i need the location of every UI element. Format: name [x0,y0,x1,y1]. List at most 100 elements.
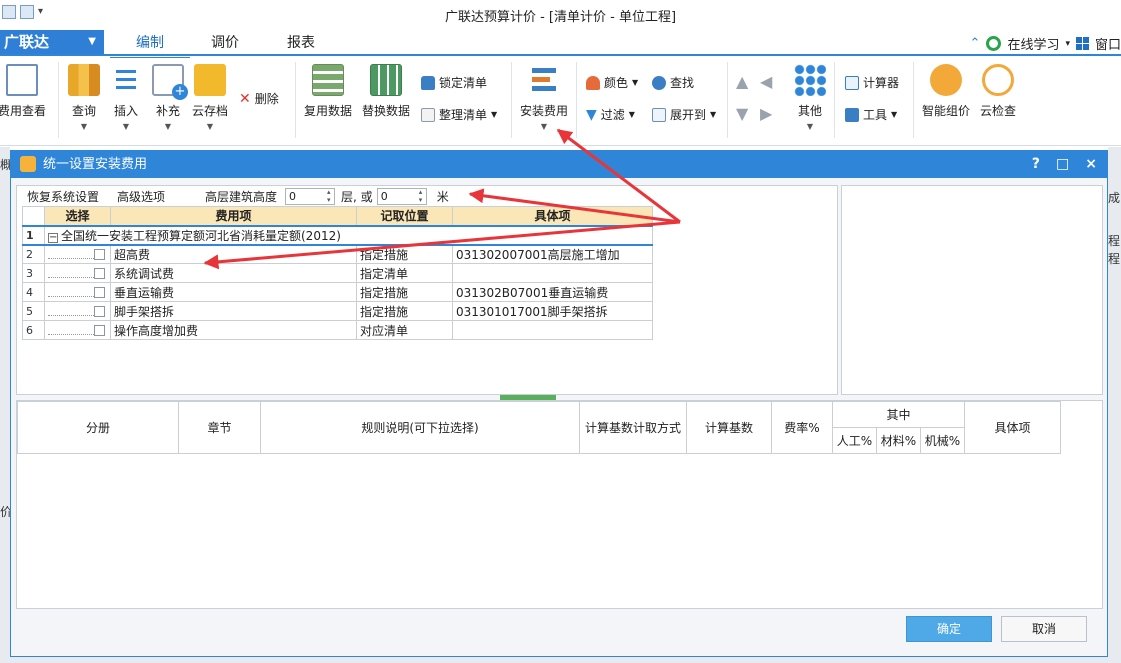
top-right-links: ⌃ 在线学习 ▾ 窗口 [970,34,1121,53]
tab-price-adjust[interactable]: 调价 [211,32,239,52]
fee-item-cell[interactable]: 超高费 [110,244,357,264]
supplement-button[interactable]: 补充 ▼ [152,64,188,131]
column-header-detail[interactable]: 具体项 [964,401,1061,454]
tab-edit[interactable]: 编制 [110,32,190,60]
paint-bucket-icon [586,75,600,90]
ok-button[interactable]: 确定 [906,616,992,642]
column-header-position[interactable]: 记取位置 [356,206,453,226]
select-checkbox[interactable] [94,249,105,261]
table-row-group[interactable]: 1 − 全国统一安装工程预算定额河北省消耗量定额(2012) [22,224,653,246]
floors-unit-label: 层, 或 [341,189,373,204]
position-cell[interactable]: 对应清单 [356,320,453,340]
select-checkbox[interactable] [94,325,105,336]
position-cell[interactable]: 指定措施 [356,282,453,302]
install-fee-button[interactable]: 安装费用 ▼ [520,64,568,131]
column-header-chapter[interactable]: 章节 [178,401,261,454]
find-button[interactable]: 查找 [652,74,694,91]
app-icon [20,156,36,172]
background-text: 成 [1108,191,1121,205]
detail-cell[interactable] [452,263,653,283]
arrow-down-icon[interactable]: ▼ [736,104,748,123]
column-header-material[interactable]: 材料% [876,427,921,454]
restore-defaults-button[interactable]: 恢复系统设置 [27,188,99,205]
chevron-down-icon: ▼ [491,110,498,119]
magnifier-document-icon [6,64,38,96]
cloud-check-button[interactable]: 云检查 [980,64,1016,119]
replace-data-button[interactable]: 替换数据 [362,64,410,119]
window-menu[interactable]: 窗口 [1095,34,1121,53]
column-header-rate[interactable]: 费率% [771,401,833,454]
query-button[interactable]: 查询 ▼ [68,64,100,131]
column-header-volume[interactable]: 分册 [17,401,179,454]
organize-list-button[interactable]: 整理清单 ▼ [421,106,497,123]
app-menu-button[interactable]: 广联达 ▼ [0,30,104,54]
table-row[interactable]: 5 脚手架搭拆 指定措施 031301017001脚手架搭拆 [22,301,653,321]
detail-cell[interactable] [452,320,653,340]
collapse-icon[interactable]: − [48,232,58,243]
column-header-select[interactable]: 选择 [44,206,111,226]
dialog-controls: ? □ × [1032,151,1097,178]
background-panel [1108,147,1121,663]
tree-line [48,289,94,297]
close-icon[interactable]: × [1085,151,1097,178]
cloud-check-label: 云检查 [980,104,1017,118]
fee-item-cell[interactable]: 脚手架搭拆 [110,301,357,321]
chevron-down-icon: ▼ [122,122,130,131]
cancel-button[interactable]: 取消 [1001,616,1087,642]
table-row[interactable]: 3 系统调试费 指定清单 [22,263,653,283]
column-header-labor[interactable]: 人工% [832,427,877,454]
lock-list-button[interactable]: 锁定清单 [421,74,487,91]
chevron-down-icon: ▼ [80,122,88,131]
fee-item-cell[interactable]: 操作高度增加费 [110,320,357,340]
position-cell[interactable]: 指定清单 [356,263,453,283]
detail-cell[interactable]: 031302007001高层施工增加 [452,244,653,264]
tools-button[interactable]: 工具 ▼ [845,106,897,123]
table-row[interactable]: 2 超高费 指定措施 031302007001高层施工增加 [22,244,653,264]
detail-cell[interactable]: 031302B07001垂直运输费 [452,282,653,302]
select-checkbox[interactable] [94,287,105,298]
table-row[interactable]: 6 操作高度增加费 对应清单 [22,320,653,340]
help-icon[interactable]: ? [1032,151,1040,178]
color-button[interactable]: 颜色 ▼ [586,74,638,91]
column-header-fee-item[interactable]: 费用项 [110,206,357,226]
meters-stepper[interactable]: 0 [376,187,427,205]
arrow-up-icon[interactable]: ▲ [736,72,748,91]
floors-stepper[interactable]: 0 [285,187,336,205]
table-row[interactable]: 4 垂直运输费 指定措施 031302B07001垂直运输费 [22,282,653,302]
group-cell[interactable]: − 全国统一安装工程预算定额河北省消耗量定额(2012) [44,224,653,246]
cloud-save-button[interactable]: 云存档 ▼ [192,64,228,131]
background-text: 程 [1108,234,1121,248]
fee-item-cell[interactable]: 系统调试费 [110,263,357,283]
smart-pricing-button[interactable]: 智能组价 [922,64,970,119]
reuse-data-button[interactable]: 复用数据 [304,64,352,119]
other-button[interactable]: 其他 ▼ [794,64,826,131]
online-learning-link[interactable]: 在线学习 [1007,34,1059,53]
column-header-rule[interactable]: 规则说明(可下拉选择) [260,401,580,454]
chevron-down-icon[interactable]: ▾ [1065,39,1070,49]
detail-cell[interactable]: 031301017001脚手架搭拆 [452,301,653,321]
column-header-machine[interactable]: 机械% [920,427,965,454]
calculator-icon [845,75,859,90]
fee-view-button[interactable]: 费用查看 [0,64,46,119]
arrow-left-icon[interactable]: ◀ [760,72,772,91]
select-checkbox[interactable] [94,306,105,317]
delete-button[interactable]: ✕ 删除 [239,90,279,107]
column-header-base[interactable]: 计算基数 [686,401,772,454]
maximize-icon[interactable]: □ [1056,151,1069,178]
column-header-detail[interactable]: 具体项 [452,206,653,226]
advanced-options-button[interactable]: 高级选项 [117,188,165,205]
calculator-button[interactable]: 计算器 [845,74,899,91]
position-cell[interactable]: 指定措施 [356,301,453,321]
row-number: 3 [22,263,45,283]
arrow-right-icon[interactable]: ▶ [760,104,772,123]
collapse-ribbon-icon[interactable]: ⌃ [970,36,981,51]
tab-reports[interactable]: 报表 [287,32,315,52]
fee-view-label: 费用查看 [0,104,47,118]
insert-button[interactable]: 插入 ▼ [110,64,142,131]
fee-item-cell[interactable]: 垂直运输费 [110,282,357,302]
position-cell[interactable]: 指定措施 [356,244,453,264]
expand-to-button[interactable]: 展开到 ▼ [652,106,716,123]
column-header-base-method[interactable]: 计算基数计取方式 [579,401,687,454]
filter-button[interactable]: ▼ 过滤 ▼ [586,106,635,123]
select-checkbox[interactable] [94,268,105,279]
